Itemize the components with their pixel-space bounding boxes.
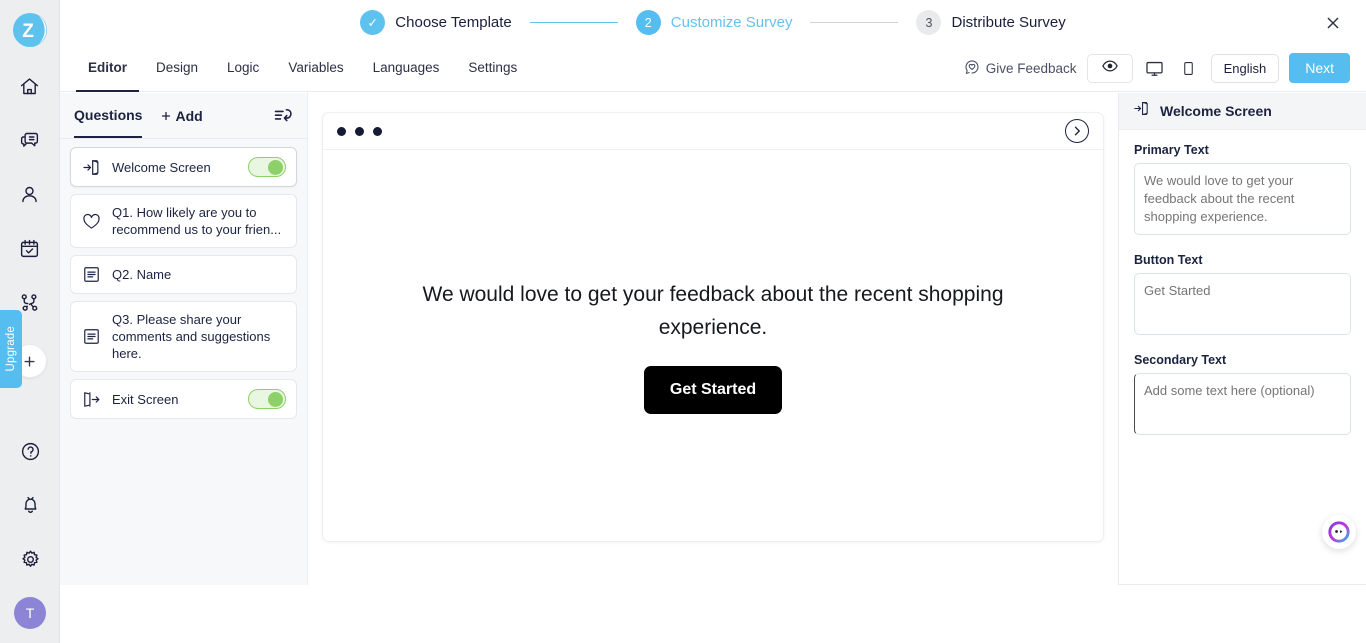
question-item-welcome-screen[interactable]: Welcome Screen: [70, 147, 297, 187]
give-feedback-label: Give Feedback: [985, 60, 1077, 76]
step-3-badge: 3: [916, 10, 942, 35]
surveys-icon[interactable]: [10, 228, 50, 268]
eye-icon: [1101, 57, 1119, 80]
enter-screen-icon: [81, 158, 101, 177]
svg-text:Z: Z: [22, 21, 34, 42]
add-question-label: Add: [175, 107, 203, 124]
add-question-button[interactable]: Add: [160, 107, 203, 124]
primary-text-label: Primary Text: [1134, 143, 1209, 157]
properties-panel-header: Welcome Screen: [1119, 93, 1366, 130]
contacts-icon[interactable]: [10, 174, 50, 214]
question-item-q1[interactable]: Q1. How likely are you to recommend us t…: [70, 194, 297, 248]
tab-editor[interactable]: Editor: [76, 46, 139, 92]
desktop-view-button[interactable]: [1143, 54, 1167, 82]
preview-next-icon[interactable]: [1065, 119, 1089, 143]
app-logo[interactable]: Z: [8, 8, 52, 52]
exit-screen-icon: [81, 390, 101, 409]
question-item-q3[interactable]: Q3. Please share your comments and sugge…: [70, 301, 297, 372]
preview-body: We would love to get your feedback about…: [323, 150, 1103, 541]
chat-assistant-button[interactable]: [1322, 515, 1356, 549]
enter-screen-icon: [1133, 100, 1150, 122]
tab-bar-actions: Give Feedback English Next: [964, 53, 1366, 83]
mobile-view-button[interactable]: [1177, 54, 1201, 82]
window-dot: [373, 126, 382, 136]
heart-icon: [81, 212, 101, 231]
language-selector[interactable]: English: [1210, 53, 1280, 83]
properties-panel-body: Primary Text Button Text Secondary Text: [1119, 130, 1366, 453]
plus-icon: [162, 111, 171, 120]
properties-panel: Welcome Screen Primary Text Button Text …: [1118, 93, 1366, 585]
settings-icon[interactable]: [10, 539, 50, 579]
window-dot: [337, 126, 346, 136]
exit-screen-toggle[interactable]: [248, 389, 286, 409]
feedback-heart-icon: [964, 59, 980, 78]
welcome-screen-toggle[interactable]: [248, 157, 286, 177]
step-1-badge: ✓: [360, 10, 386, 35]
tab-group: Editor Design Logic Variables Languages …: [60, 45, 529, 92]
text-field-icon: [81, 265, 101, 284]
stepper-bar: ✓ Choose Template 2 Customize Survey 3 D…: [60, 0, 1366, 45]
editor-tab-bar: Editor Design Logic Variables Languages …: [60, 45, 1366, 92]
preview-titlebar: [323, 113, 1103, 150]
question-list: Welcome Screen Q1. How likely are you to…: [60, 139, 307, 419]
window-dot: [355, 126, 364, 136]
give-feedback-button[interactable]: Give Feedback: [964, 59, 1077, 78]
language-label: English: [1223, 60, 1267, 76]
button-text-label: Button Text: [1134, 253, 1203, 267]
preview-eye-button[interactable]: [1086, 53, 1133, 83]
chat-bot-icon: [1328, 521, 1350, 543]
rail-bottom-group: T: [0, 417, 60, 629]
properties-panel-title: Welcome Screen: [1160, 103, 1272, 119]
tab-design[interactable]: Design: [144, 46, 210, 92]
step-connector-1: [529, 21, 618, 24]
tab-languages[interactable]: Languages: [361, 46, 452, 92]
question-item-exit-screen[interactable]: Exit Screen: [70, 379, 297, 419]
help-icon[interactable]: [10, 431, 50, 471]
left-nav-rail: Z Upgrade T: [0, 0, 60, 643]
step-choose-template[interactable]: ✓ Choose Template: [360, 10, 512, 35]
tab-variables[interactable]: Variables: [276, 46, 355, 92]
notification-icon[interactable]: [10, 485, 50, 525]
step-2-badge: 2: [635, 10, 661, 35]
tab-settings[interactable]: Settings: [456, 46, 529, 92]
survey-preview-card: We would love to get your feedback about…: [322, 112, 1104, 542]
get-started-button[interactable]: Get Started: [643, 365, 783, 414]
question-item-q2[interactable]: Q2. Name: [70, 255, 297, 294]
step-distribute-survey[interactable]: 3 Distribute Survey: [916, 10, 1066, 35]
home-icon[interactable]: [10, 66, 50, 106]
secondary-text-label: Secondary Text: [1134, 353, 1227, 367]
question-item-label: Welcome Screen: [112, 159, 211, 175]
upgrade-label: Upgrade: [5, 326, 17, 372]
questions-panel: Questions Add Welcome Screen Q1. How lik…: [60, 93, 308, 585]
step-customize-survey[interactable]: 2 Customize Survey: [635, 10, 793, 35]
question-item-label: Q1. How likely are you to recommend us t…: [112, 205, 282, 237]
question-item-label: Q2. Name: [112, 267, 172, 282]
text-field-icon: [81, 327, 101, 346]
step-2-label: Customize Survey: [670, 14, 793, 31]
avatar[interactable]: T: [14, 597, 46, 629]
question-item-label: Q3. Please share your comments and sugge…: [112, 312, 271, 361]
step-1-label: Choose Template: [395, 14, 512, 31]
questions-tab[interactable]: Questions: [74, 93, 143, 138]
close-icon[interactable]: [1320, 10, 1346, 36]
survey-canvas: We would love to get your feedback about…: [308, 93, 1118, 643]
next-button[interactable]: Next: [1289, 53, 1350, 83]
button-text-input[interactable]: [1134, 273, 1351, 335]
tab-logic[interactable]: Logic: [215, 46, 271, 92]
questions-panel-header: Questions Add: [60, 93, 307, 139]
step-connector-2: [810, 21, 899, 24]
avatar-initial: T: [25, 605, 35, 621]
reorder-questions-icon[interactable]: [273, 106, 293, 126]
question-item-label: Exit Screen: [112, 391, 179, 407]
preview-primary-text: We would love to get your feedback about…: [422, 282, 1004, 339]
feedback-icon[interactable]: [10, 120, 50, 160]
step-3-label: Distribute Survey: [951, 14, 1066, 31]
upgrade-button[interactable]: Upgrade: [0, 310, 22, 388]
primary-text-input[interactable]: [1134, 163, 1351, 235]
secondary-text-input[interactable]: [1134, 373, 1351, 435]
